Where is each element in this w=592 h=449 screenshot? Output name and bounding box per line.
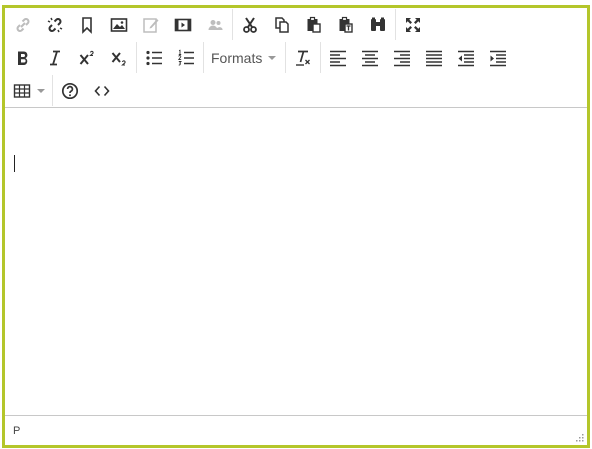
find-icon [371,17,385,31]
status-bar: P [5,415,587,445]
toolbar-group-table [7,75,51,106]
toolbar: Formats [5,8,587,108]
numbered-list-icon [177,49,194,65]
link-icon [16,17,30,32]
toolbar-row-2: Formats [7,41,587,74]
cut-button[interactable] [234,10,266,40]
source-code-button[interactable] [86,76,118,106]
align-left-button[interactable] [322,43,354,73]
rich-text-editor: Formats P [2,5,590,448]
image-button[interactable] [103,10,135,40]
numbered-list-button[interactable] [170,43,202,73]
table-button[interactable] [7,76,51,106]
chevron-down-icon [37,88,45,93]
paste-text-button[interactable] [330,10,362,40]
toolbar-group-clear [285,42,319,73]
media-button[interactable] [167,10,199,40]
toolbar-group-lists [136,42,202,73]
align-center-button[interactable] [354,43,386,73]
align-center-icon [362,50,379,66]
toolbar-row-3 [7,74,587,107]
italic-icon [50,50,60,65]
subscript-button[interactable] [103,43,135,73]
bullet-list-icon [146,50,162,65]
italic-button[interactable] [39,43,71,73]
clear-formatting-button[interactable] [287,43,319,73]
bold-button[interactable] [7,43,39,73]
paste-icon [307,16,321,33]
formats-label: Formats [211,49,263,66]
media-icon [174,18,192,31]
bookmark-button[interactable] [71,10,103,40]
toolbar-group-text-style [7,42,135,73]
superscript-icon [79,50,94,65]
editor-content-area[interactable] [5,108,587,415]
source-code-icon [94,85,110,96]
users-icon [208,19,223,30]
cut-icon [243,16,257,33]
outdent-icon [458,50,475,66]
align-justify-button[interactable] [418,43,450,73]
resize-handle-icon[interactable] [574,432,584,442]
paste-button[interactable] [298,10,330,40]
fullscreen-button[interactable] [397,10,429,40]
chevron-down-icon [268,55,277,60]
align-right-icon [394,50,411,66]
toolbar-group-insert [7,9,231,40]
table-icon [13,83,31,98]
text-cursor [14,155,15,172]
align-right-button[interactable] [386,43,418,73]
indent-icon [490,50,507,66]
copy-button[interactable] [266,10,298,40]
superscript-button[interactable] [71,43,103,73]
users-button[interactable] [199,10,231,40]
element-path[interactable]: P [13,425,20,437]
bookmark-icon [82,16,92,34]
toolbar-group-formats: Formats [203,42,284,73]
toolbar-group-view [395,9,429,40]
unlink-button[interactable] [39,10,71,40]
align-justify-icon [426,50,443,66]
indent-button[interactable] [482,43,514,73]
toolbar-group-clipboard [232,9,394,40]
outdent-button[interactable] [450,43,482,73]
link-button[interactable] [7,10,39,40]
help-button[interactable] [54,76,86,106]
find-button[interactable] [362,10,394,40]
edit-button[interactable] [135,10,167,40]
edit-icon [143,17,159,33]
fullscreen-icon [406,17,420,32]
toolbar-group-alignment [320,42,514,73]
bold-icon [18,51,28,65]
unlink-icon [47,17,63,32]
bullet-list-button[interactable] [138,43,170,73]
toolbar-row-1 [7,8,587,41]
clear-formatting-icon [296,50,311,66]
align-left-icon [330,50,347,66]
copy-icon [275,16,289,33]
formats-dropdown[interactable]: Formats [205,43,284,73]
subscript-icon [111,51,126,66]
image-icon [110,17,128,32]
paste-text-icon [339,16,353,33]
help-icon [61,82,79,99]
toolbar-group-tools [52,75,118,106]
